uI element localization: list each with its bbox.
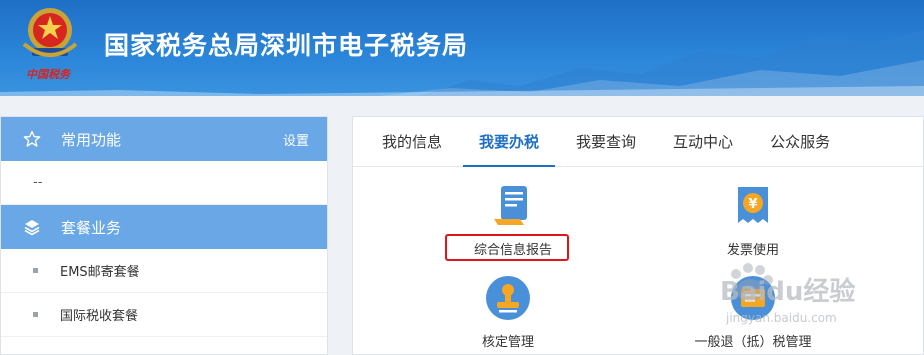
sidebar-item-label: EMS邮寄套餐 xyxy=(60,265,140,280)
sidebar: 常用功能 设置 -- 套餐业务 EMS邮寄套餐 国际税收套餐 xyxy=(0,116,328,355)
tab-tax-handling[interactable]: 我要办税 xyxy=(463,117,556,167)
sidebar-section-packages[interactable]: 套餐业务 xyxy=(1,205,327,249)
sidebar-section-label: 常用功能 xyxy=(61,130,122,149)
site-title: 国家税务总局深圳市电子税务局 xyxy=(104,31,469,60)
tax-refund-icon xyxy=(731,276,775,320)
tab-query[interactable]: 我要查询 xyxy=(560,117,652,167)
sidebar-item-label: -- xyxy=(33,175,43,190)
star-icon xyxy=(23,130,41,148)
bullet-icon xyxy=(33,312,38,317)
tab-public-service[interactable]: 公众服务 xyxy=(754,117,846,167)
stamp-icon xyxy=(486,276,530,320)
bullet-icon xyxy=(33,268,38,273)
function-invoice-usage[interactable]: ¥ 发票使用 xyxy=(693,183,813,258)
function-label: 发票使用 xyxy=(726,243,779,258)
header-banner: 中国税务 国家税务总局深圳市电子税务局 xyxy=(0,0,924,96)
function-tax-refund-management[interactable]: 一般退（抵）税管理 xyxy=(673,275,833,350)
sidebar-empty-item: -- xyxy=(1,161,327,205)
highlight-box xyxy=(445,234,569,261)
brand-script: 中国税务 xyxy=(26,68,70,81)
svg-text:¥: ¥ xyxy=(748,197,757,212)
main-panel: 我的信息 我要办税 我要查询 互动中心 公众服务 综合信息报告 ¥ 发票使用 核… xyxy=(352,116,924,355)
tab-bar: 我的信息 我要办税 我要查询 互动中心 公众服务 xyxy=(353,117,923,167)
function-assessment-management[interactable]: 核定管理 xyxy=(448,275,568,350)
document-report-icon xyxy=(494,186,527,225)
sidebar-item-ems[interactable]: EMS邮寄套餐 xyxy=(1,249,327,293)
sidebar-item-label: 国际税收套餐 xyxy=(60,309,139,324)
sidebar-section-label: 套餐业务 xyxy=(61,218,122,237)
function-label: 一般退（抵）税管理 xyxy=(694,335,812,350)
tab-my-info[interactable]: 我的信息 xyxy=(366,117,458,167)
sidebar-item-international-tax[interactable]: 国际税收套餐 xyxy=(1,293,327,337)
invoice-yen-icon: ¥ xyxy=(738,187,768,223)
function-label: 核定管理 xyxy=(481,335,534,350)
settings-link[interactable]: 设置 xyxy=(283,130,309,149)
sidebar-section-common[interactable]: 常用功能 设置 xyxy=(1,117,327,161)
layers-icon xyxy=(23,218,41,236)
tab-interaction[interactable]: 互动中心 xyxy=(657,117,749,167)
